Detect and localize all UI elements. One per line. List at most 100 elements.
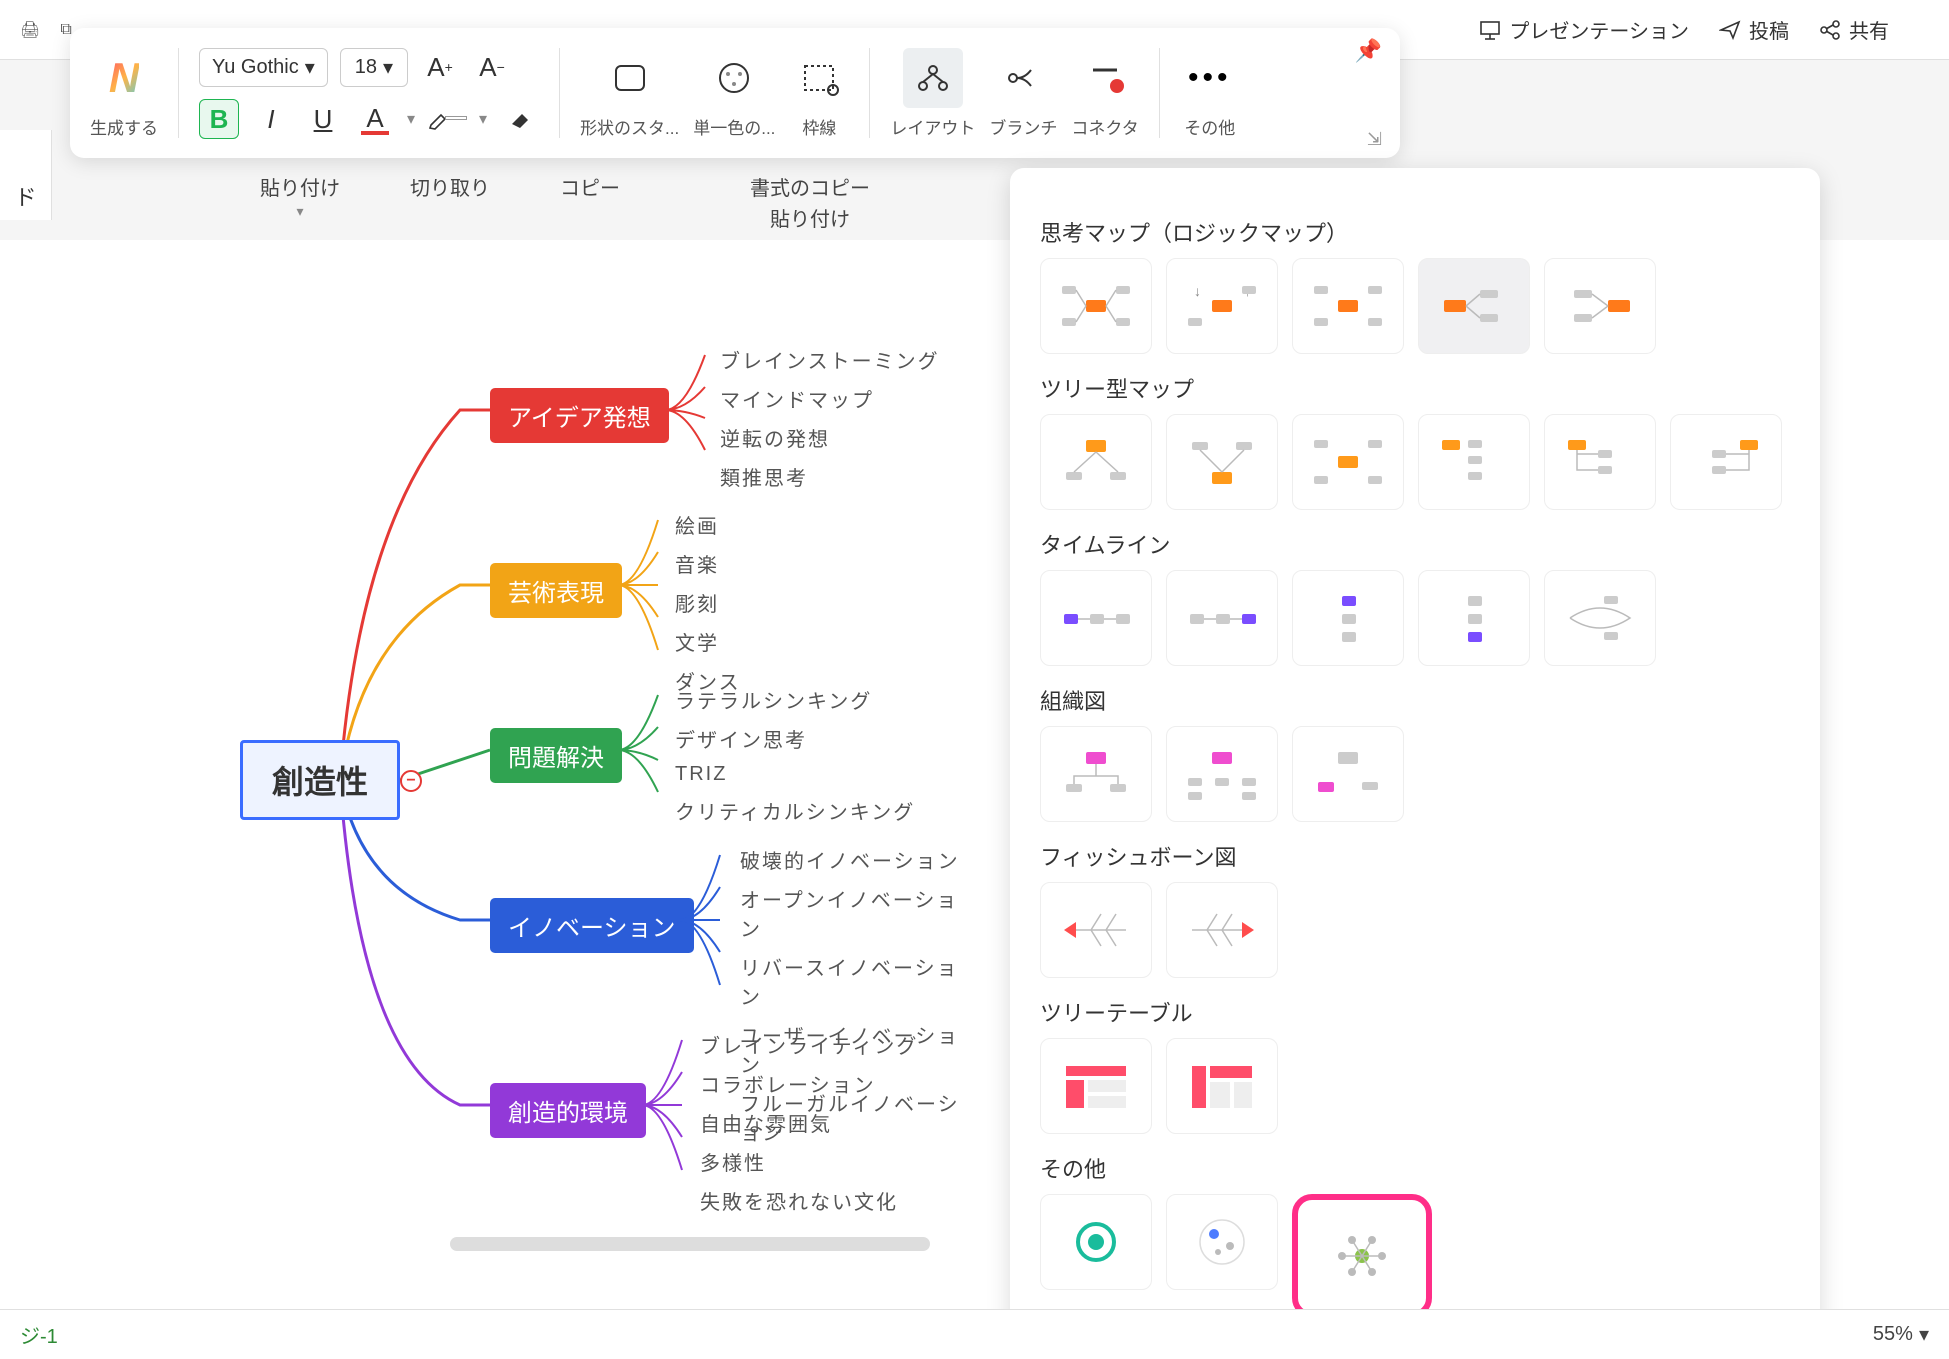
layout-fishbone-2[interactable] [1166,882,1278,978]
paste-button[interactable]: 貼り付け ▾ [260,172,340,232]
leaf[interactable]: ブレインストーミング [720,345,940,374]
border-group[interactable]: 枠線 [789,48,849,139]
print-icon[interactable]: 🖨 [20,20,40,40]
layout-org-2[interactable] [1166,726,1278,822]
branch-node[interactable]: 問題解決 [490,728,622,783]
shape-style-group[interactable]: 形状のスタ... [580,48,679,139]
font-color-button[interactable]: A [355,99,395,139]
layout-tree-4[interactable] [1418,414,1530,510]
layout-timeline-5[interactable] [1544,570,1656,666]
leaf[interactable]: 自由な雰囲気 [700,1108,918,1137]
leaf[interactable]: TRIZ [675,763,915,786]
format-copy-label: 書式のコピー [750,172,870,201]
page-indicator[interactable]: ジ-1 [20,1320,58,1349]
single-color-group[interactable]: 単一色の... [693,48,775,139]
underline-button[interactable]: U [303,99,343,139]
left-panel-edge: ド [0,130,52,220]
layout-tree-5[interactable] [1544,414,1656,510]
leaf[interactable]: 音楽 [675,549,741,578]
layout-other-2[interactable] [1166,1194,1278,1290]
app-logo[interactable]: N [94,48,154,108]
shape-style-label: 形状のスタ... [580,114,679,139]
leaf[interactable]: 破壊的イノベーション [740,845,960,874]
layout-mindmap-3[interactable] [1292,258,1404,354]
more-group[interactable]: ••• その他 [1180,48,1240,139]
copy-label: コピー [560,172,620,201]
layout-org-1[interactable] [1040,726,1152,822]
clipboard-row: 貼り付け ▾ 切り取り コピー 書式のコピー 貼り付け [260,172,870,232]
chevron-down-icon[interactable]: ▾ [407,109,415,129]
section-other-title: その他 [1040,1152,1790,1184]
font-size-select[interactable]: 18 ▾ [340,48,408,87]
layout-treetable-1[interactable] [1040,1038,1152,1134]
layout-other-1[interactable] [1040,1194,1152,1290]
branch-label: ブランチ [989,114,1057,139]
leaf[interactable]: デザイン思考 [675,724,915,753]
post-button[interactable]: 投稿 [1719,15,1789,44]
leaf[interactable]: ラテラルシンキング [675,685,915,714]
layout-tree-1[interactable] [1040,414,1152,510]
branch-node[interactable]: イノベーション [490,898,694,953]
layout-mindmap-1[interactable] [1040,258,1152,354]
decrease-font-button[interactable]: A− [472,47,512,87]
chevron-down-icon: ▾ [383,55,393,80]
send-icon [1719,19,1741,41]
leaf[interactable]: リバースイノベーション [740,952,960,1010]
presentation-button[interactable]: プレゼンテーション [1479,15,1689,44]
leaf-curves [680,840,740,1020]
leaf[interactable]: 絵画 [675,510,741,539]
collapse-toolbar-icon[interactable]: ⇲ [1367,129,1382,150]
layout-timeline-3[interactable] [1292,570,1404,666]
layout-mindmap-5[interactable] [1544,258,1656,354]
branch-group[interactable]: ブランチ [989,48,1057,139]
leaf[interactable]: マインドマップ [720,384,940,413]
root-node[interactable]: 創造性 [240,740,400,820]
leaf[interactable]: コラボレーション [700,1069,918,1098]
highlight-button[interactable] [427,99,467,139]
layout-mindmap-4-selected[interactable] [1418,258,1530,354]
border-label: 枠線 [802,114,836,139]
layout-label: レイアウト [890,114,975,139]
bold-button[interactable]: B [199,99,239,139]
horizontal-scrollbar[interactable] [450,1237,930,1251]
zoom-control[interactable]: 55% ▾ [1873,1322,1929,1347]
leaf[interactable]: オープンイノベーション [740,884,960,942]
layout-tree-6[interactable] [1670,414,1782,510]
leaf[interactable]: 文学 [675,627,741,656]
leaf[interactable]: 失敗を恐れない文化 [700,1186,918,1215]
collapse-toggle[interactable]: − [400,770,422,792]
copy-button[interactable]: コピー [560,172,620,232]
branch-node[interactable]: 創造的環境 [490,1083,646,1138]
layout-mindmap-2[interactable]: ↓↑ [1166,258,1278,354]
cut-button[interactable]: 切り取り [410,172,490,232]
layout-timeline-1[interactable] [1040,570,1152,666]
leaf-group: ブレインストーミング マインドマップ 逆転の発想 類推思考 [720,345,940,491]
layout-other-3-highlighted[interactable] [1292,1194,1432,1318]
layout-org-3[interactable] [1292,726,1404,822]
layout-timeline-2[interactable] [1166,570,1278,666]
layout-timeline-4[interactable] [1418,570,1530,666]
leaf[interactable]: 逆転の発想 [720,423,940,452]
pin-icon[interactable]: 📌 [1355,38,1382,64]
branch-node[interactable]: 芸術表現 [490,563,622,618]
leaf[interactable]: ブレインライティング [700,1030,918,1059]
italic-button[interactable]: I [251,99,291,139]
chevron-down-icon[interactable]: ▾ [479,109,487,129]
root-label: 創造性 [272,757,368,803]
layout-treetable-2[interactable] [1166,1038,1278,1134]
font-family-select[interactable]: Yu Gothic ▾ [199,48,328,87]
leaf[interactable]: 彫刻 [675,588,741,617]
layout-group[interactable]: レイアウト [890,48,975,139]
connector-group[interactable]: コネクタ [1071,48,1138,139]
layout-fishbone-1[interactable] [1040,882,1152,978]
format-copy-button[interactable]: 書式のコピー 貼り付け [750,172,870,232]
share-button[interactable]: 共有 [1819,15,1889,44]
leaf[interactable]: 多様性 [700,1147,918,1176]
layout-tree-2[interactable] [1166,414,1278,510]
leaf[interactable]: 類推思考 [720,462,940,491]
leaf[interactable]: クリティカルシンキング [675,796,915,825]
increase-font-button[interactable]: A+ [420,47,460,87]
layout-tree-3[interactable] [1292,414,1404,510]
branch-node[interactable]: アイデア発想 [490,388,669,443]
clear-format-button[interactable] [499,99,539,139]
